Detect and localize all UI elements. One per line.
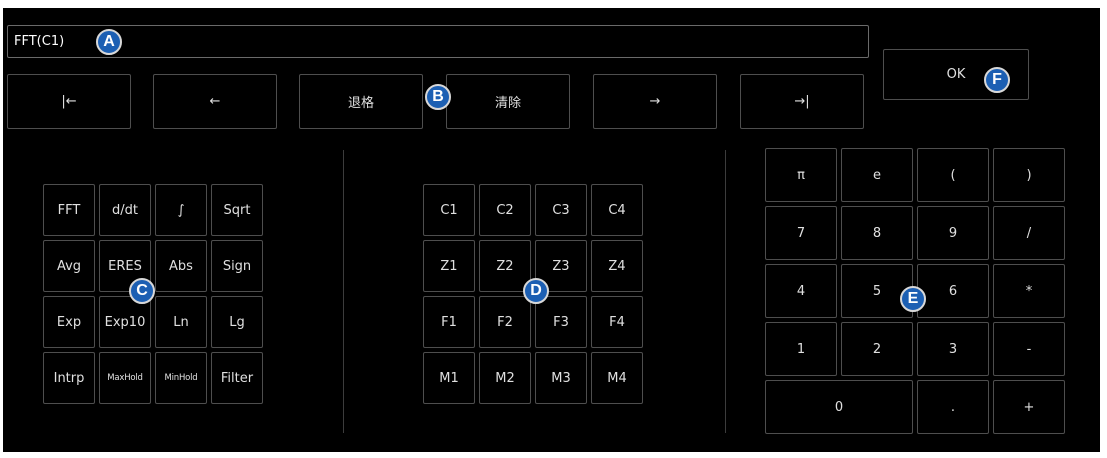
source-z2-button[interactable]: Z2 [479, 240, 531, 292]
key-2-button[interactable]: 2 [841, 322, 913, 376]
function-derivative-button[interactable]: d/dt [99, 184, 151, 236]
expression-input[interactable]: FFT(C1) [7, 25, 869, 58]
key-4-button[interactable]: 4 [765, 264, 837, 318]
key-e-button[interactable]: e [841, 148, 913, 202]
function-integral-button[interactable]: ∫ [155, 184, 207, 236]
callout-badge-f: F [984, 67, 1010, 93]
function-lg-button[interactable]: Lg [211, 296, 263, 348]
function-sign-button[interactable]: Sign [211, 240, 263, 292]
section-divider-left [343, 150, 344, 433]
source-f2-button[interactable]: F2 [479, 296, 531, 348]
source-f4-button[interactable]: F4 [591, 296, 643, 348]
source-c4-button[interactable]: C4 [591, 184, 643, 236]
callout-badge-d: D [523, 278, 549, 304]
source-m4-button[interactable]: M4 [591, 352, 643, 404]
function-filter-button[interactable]: Filter [211, 352, 263, 404]
key-open-paren-button[interactable]: ( [917, 148, 989, 202]
callout-badge-e: E [900, 286, 926, 312]
source-f1-button[interactable]: F1 [423, 296, 475, 348]
source-z4-button[interactable]: Z4 [591, 240, 643, 292]
cursor-left-button[interactable]: ← [153, 74, 277, 129]
math-expression-editor: FFT(C1) |← ← 退格 清除 → →| OK FFT d/dt ∫ Sq… [3, 8, 1100, 452]
key-1-button[interactable]: 1 [765, 322, 837, 376]
source-c2-button[interactable]: C2 [479, 184, 531, 236]
callout-badge-a: A [96, 29, 122, 55]
backspace-button[interactable]: 退格 [299, 74, 423, 129]
callout-badge-b: B [425, 84, 451, 110]
key-8-button[interactable]: 8 [841, 206, 913, 260]
source-c3-button[interactable]: C3 [535, 184, 587, 236]
source-m1-button[interactable]: M1 [423, 352, 475, 404]
function-avg-button[interactable]: Avg [43, 240, 95, 292]
cursor-home-button[interactable]: |← [7, 74, 131, 129]
key-divide-button[interactable]: / [993, 206, 1065, 260]
key-multiply-button[interactable]: * [993, 264, 1065, 318]
key-6-button[interactable]: 6 [917, 264, 989, 318]
function-minhold-button[interactable]: MinHold [155, 352, 207, 404]
function-ln-button[interactable]: Ln [155, 296, 207, 348]
key-plus-button[interactable]: + [993, 380, 1065, 434]
cursor-right-button[interactable]: → [593, 74, 717, 129]
function-abs-button[interactable]: Abs [155, 240, 207, 292]
source-m2-button[interactable]: M2 [479, 352, 531, 404]
expression-text: FFT(C1) [14, 34, 65, 49]
source-m3-button[interactable]: M3 [535, 352, 587, 404]
source-f3-button[interactable]: F3 [535, 296, 587, 348]
key-3-button[interactable]: 3 [917, 322, 989, 376]
cursor-end-button[interactable]: →| [740, 74, 864, 129]
key-minus-button[interactable]: - [993, 322, 1065, 376]
function-exp-button[interactable]: Exp [43, 296, 95, 348]
key-0-button[interactable]: 0 [765, 380, 913, 434]
key-close-paren-button[interactable]: ) [993, 148, 1065, 202]
key-9-button[interactable]: 9 [917, 206, 989, 260]
function-fft-button[interactable]: FFT [43, 184, 95, 236]
callout-badge-c: C [129, 278, 155, 304]
key-decimal-button[interactable]: . [917, 380, 989, 434]
key-pi-button[interactable]: π [765, 148, 837, 202]
function-sqrt-button[interactable]: Sqrt [211, 184, 263, 236]
function-maxhold-button[interactable]: MaxHold [99, 352, 151, 404]
clear-button[interactable]: 清除 [446, 74, 570, 129]
section-divider-right [725, 150, 726, 433]
source-c1-button[interactable]: C1 [423, 184, 475, 236]
function-intrp-button[interactable]: Intrp [43, 352, 95, 404]
key-7-button[interactable]: 7 [765, 206, 837, 260]
source-z1-button[interactable]: Z1 [423, 240, 475, 292]
